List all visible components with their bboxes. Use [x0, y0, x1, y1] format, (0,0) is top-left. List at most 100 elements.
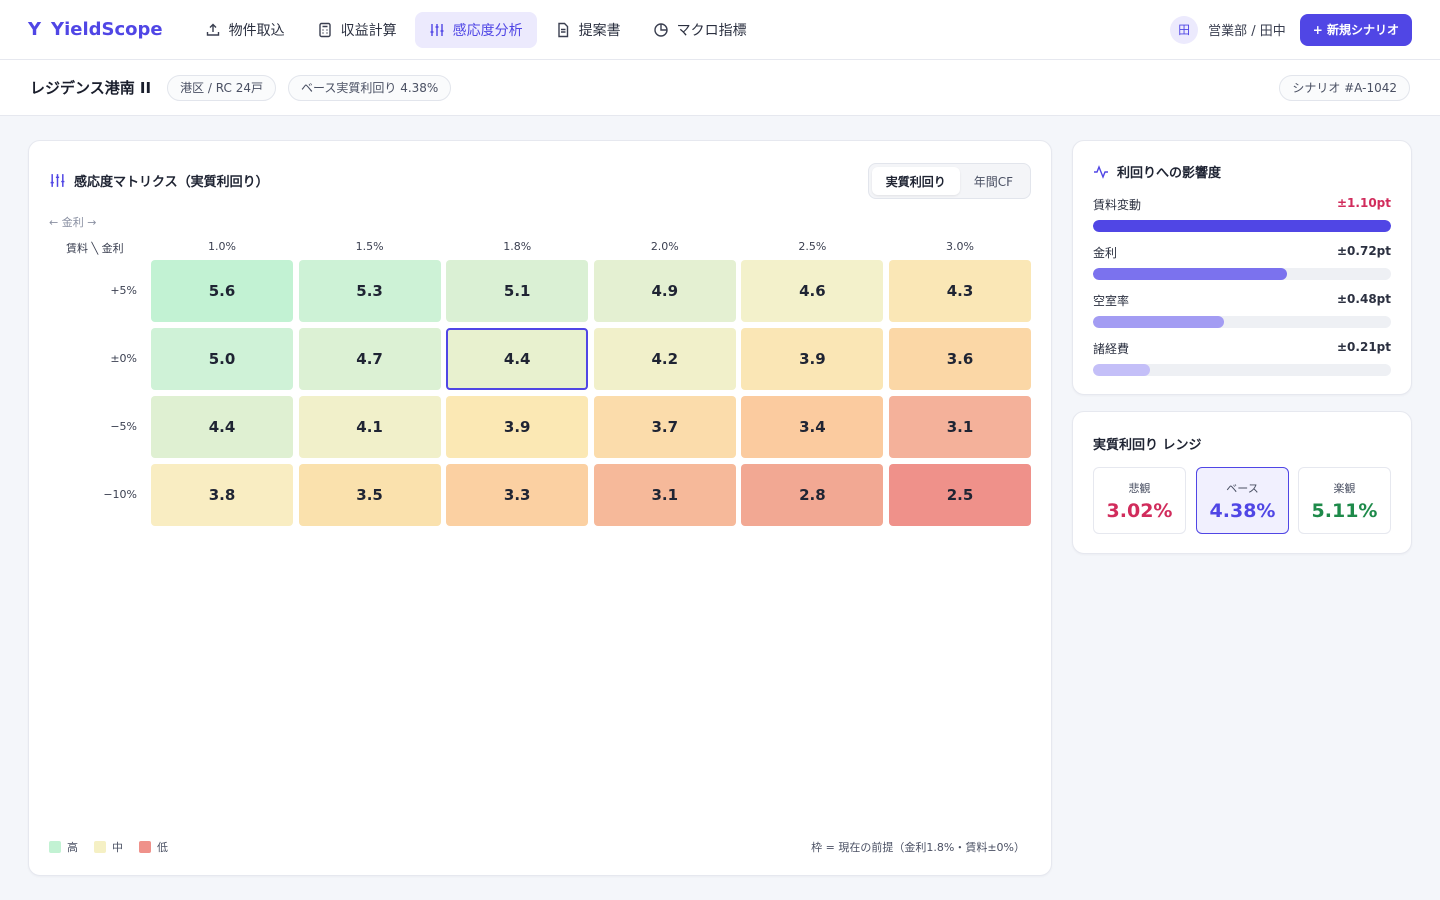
nav-label: 物件取込 — [228, 22, 285, 39]
matrix-cell[interactable]: 3.9 — [741, 328, 884, 390]
impact-value: ±0.48pt — [1337, 292, 1391, 306]
matrix-cell[interactable]: 4.4 — [151, 396, 293, 458]
matrix-cell[interactable]: 3.5 — [298, 464, 441, 526]
column-header: 3.0% — [946, 240, 974, 253]
matrix-cell[interactable]: 3.7 — [593, 396, 736, 458]
range-base[interactable]: ベース 4.38% — [1196, 467, 1289, 534]
row-header: −10% — [103, 488, 137, 501]
matrix-cell[interactable]: 3.6 — [889, 328, 1031, 390]
yield-range-card: 実質利回り レンジ 悲観 3.02% ベース 4.38% 楽観 5.11% — [1072, 411, 1412, 554]
user-area: 田 営業部 / 田中 + 新規シナリオ — [1170, 13, 1412, 46]
impact-title: 利回りへの影響度 — [1117, 166, 1222, 181]
impact-label: 空室率 — [1093, 294, 1130, 308]
matrix-corner-label: 賃料 ╲ 金利 — [66, 242, 124, 255]
legend-label: 低 — [157, 841, 168, 854]
impact-bar-track — [1093, 268, 1391, 280]
legend-mid: 中 — [94, 839, 123, 855]
matrix-cell[interactable]: 4.6 — [741, 260, 884, 322]
range-value: 3.02% — [1106, 499, 1173, 522]
column-header: 2.5% — [798, 240, 827, 253]
impact-bar-track — [1093, 364, 1391, 376]
column-header: 1.5% — [355, 240, 384, 253]
column-header: 2.0% — [650, 240, 679, 253]
matrix-cell[interactable]: 4.7 — [298, 328, 441, 390]
matrix-cell[interactable]: 2.8 — [741, 464, 884, 526]
new-scenario-button[interactable]: + 新規シナリオ — [1299, 13, 1412, 46]
nav-item-import[interactable]: 物件取込 — [191, 12, 299, 48]
matrix-cell[interactable]: 4.3 — [889, 260, 1031, 322]
yield-impact-card: 利回りへの影響度 賃料変動 ±1.10pt 金利 ±0.72pt 空室率 ±0.48p… — [1072, 140, 1412, 395]
impact-bar-fill — [1093, 220, 1391, 232]
sensitivity-matrix-card: 感応度マトリクス（実質利回り） 実質利回り 年間CF ← 金利 → 賃料 ╲ 金… — [28, 140, 1052, 876]
matrix-cell[interactable]: 5.6 — [151, 260, 293, 322]
base-yield-chip: ベース実質利回り 4.38% — [287, 74, 452, 101]
matrix-legend: 高 中 低 — [49, 839, 168, 855]
impact-bar-track — [1093, 220, 1391, 232]
impact-row-vacancy: 空室率 ±0.48pt — [1093, 292, 1391, 328]
matrix-title: 感応度マトリクス（実質利回り） — [74, 175, 269, 190]
matrix-cell[interactable]: 4.2 — [593, 328, 736, 390]
avatar[interactable]: 田 — [1170, 15, 1199, 44]
range-optimistic[interactable]: 楽観 5.11% — [1298, 467, 1391, 534]
matrix-cell[interactable]: 5.0 — [151, 328, 293, 390]
legend-label: 高 — [67, 841, 78, 854]
impact-header: 利回りへの影響度 — [1093, 162, 1221, 181]
toggle-net-yield[interactable]: 実質利回り — [871, 167, 960, 195]
matrix-cell[interactable]: 2.5 — [889, 464, 1031, 526]
range-pessimistic[interactable]: 悲観 3.02% — [1093, 467, 1186, 534]
matrix-cell[interactable]: 4.4 — [446, 328, 589, 390]
nav-item-revenue[interactable]: 収益計算 — [303, 12, 411, 48]
scenario-chip[interactable]: シナリオ #A-1042 — [1279, 74, 1410, 101]
column-header: 1.8% — [503, 240, 532, 253]
nav-label: 提案書 — [578, 22, 621, 39]
app-logo[interactable]: Y YieldScope — [28, 19, 163, 40]
impact-bar-fill — [1093, 316, 1225, 328]
nav-label: 感応度分析 — [452, 22, 523, 39]
matrix-cell[interactable]: 3.8 — [151, 464, 293, 526]
matrix-cell[interactable]: 3.9 — [446, 396, 589, 458]
matrix-header: 感応度マトリクス（実質利回り） — [49, 171, 269, 190]
legend-swatch — [49, 841, 61, 853]
toggle-annual-cf[interactable]: 年間CF — [960, 167, 1027, 195]
matrix-cell[interactable]: 3.1 — [889, 396, 1031, 458]
impact-label: 賃料変動 — [1093, 198, 1142, 212]
axis-hint: ← 金利 → — [49, 216, 97, 229]
impact-value: ±1.10pt — [1337, 196, 1391, 210]
impact-value: ±0.21pt — [1337, 340, 1391, 354]
matrix-cell[interactable]: 3.3 — [446, 464, 589, 526]
user-label[interactable]: 営業部 / 田中 — [1208, 20, 1286, 39]
matrix-cell[interactable]: 5.1 — [446, 260, 589, 322]
range-title: 実質利回り レンジ — [1093, 438, 1202, 453]
nav-item-sensitivity[interactable]: 感応度分析 — [414, 11, 537, 48]
nav-item-proposal[interactable]: 提案書 — [541, 12, 635, 48]
matrix-cell[interactable]: 3.1 — [593, 464, 736, 526]
activity-icon — [1094, 164, 1108, 179]
impact-label: 金利 — [1093, 246, 1118, 260]
row-header: +5% — [110, 284, 137, 297]
impact-bar-track — [1093, 316, 1391, 328]
nav-item-macro[interactable]: マクロ指標 — [639, 12, 761, 48]
matrix-cell[interactable]: 5.3 — [298, 260, 441, 322]
matrix-cell[interactable]: 4.1 — [298, 396, 441, 458]
column-header: 1.0% — [208, 240, 236, 253]
legend-swatch — [94, 841, 106, 853]
range-value: 5.11% — [1311, 499, 1378, 522]
logo-mark: Y — [28, 19, 42, 40]
upload-icon — [206, 23, 219, 36]
row-header: −5% — [110, 420, 137, 433]
legend-low: 低 — [139, 839, 168, 855]
legend-high: 高 — [49, 839, 78, 855]
impact-label: 諸経費 — [1093, 342, 1130, 356]
legend-swatch — [139, 841, 151, 853]
metric-toggle: 実質利回り 年間CF — [867, 163, 1031, 199]
impact-bar-fill — [1093, 364, 1150, 376]
matrix-cell[interactable]: 4.9 — [593, 260, 736, 322]
nav-label: 収益計算 — [340, 22, 397, 39]
nav-label: マクロ指標 — [676, 22, 747, 39]
row-header: ±0% — [110, 352, 137, 365]
matrix-cell[interactable]: 3.4 — [741, 396, 884, 458]
range-label: 楽観 — [1333, 481, 1356, 495]
impact-bar-fill — [1093, 268, 1287, 280]
sliders-icon — [50, 174, 65, 187]
sliders-icon — [430, 23, 444, 36]
